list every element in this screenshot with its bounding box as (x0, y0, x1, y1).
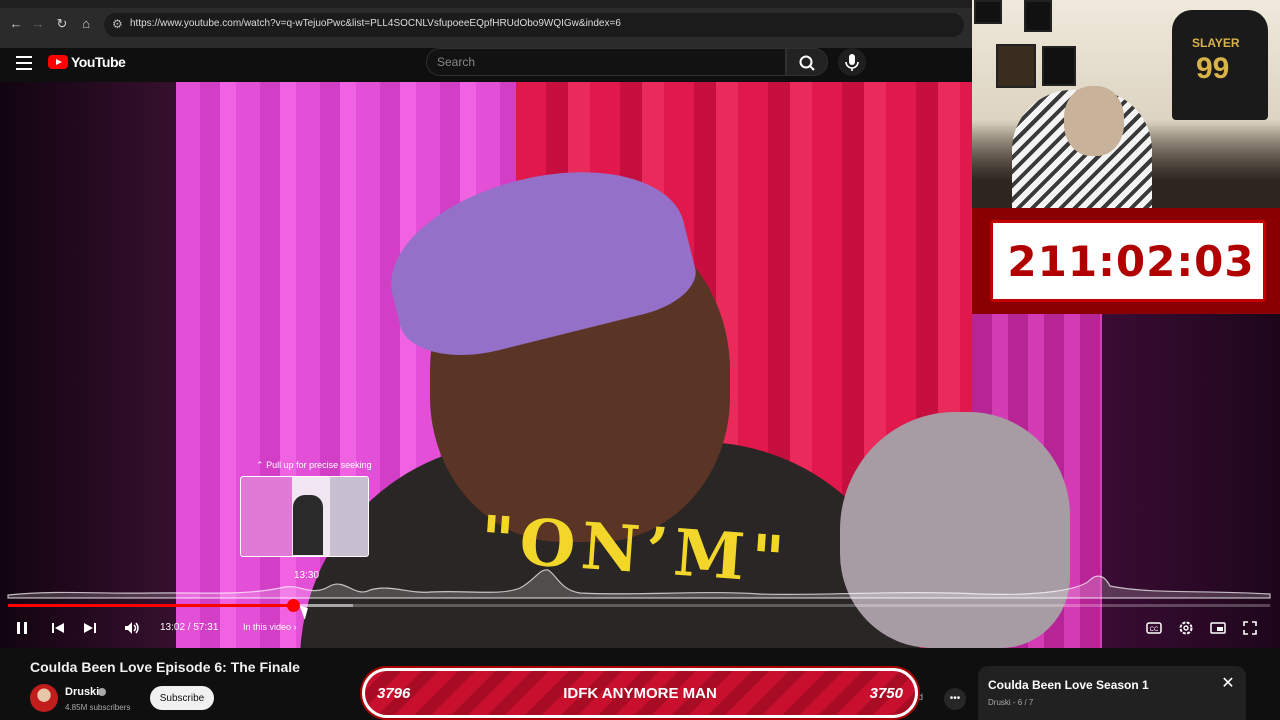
previous-icon[interactable] (48, 618, 68, 638)
seek-hint: ⌃ Pull up for precise seeking (256, 460, 372, 470)
reload-icon[interactable]: ↻ (52, 14, 72, 34)
miniplayer-icon[interactable] (1208, 618, 1228, 638)
subscriber-count: 4.85M subscribers (65, 703, 131, 712)
volume-icon[interactable] (122, 618, 142, 638)
svg-text:CC: CC (1150, 627, 1159, 633)
video-title: Coulda Been Love Episode 6: The Finale (30, 659, 300, 675)
pause-icon[interactable] (12, 618, 32, 638)
download-label-fragment[interactable]: d (918, 692, 923, 702)
fuzzy-microphone (840, 412, 1070, 648)
chevron-right-icon: › (293, 622, 297, 632)
wall-frame (1042, 46, 1076, 86)
wall-frame (1024, 0, 1052, 32)
logo-text: YouTube (71, 54, 126, 70)
youtube-logo[interactable]: YouTube (48, 54, 126, 70)
playlist-panel: Coulda Been Love Season 1 Druski - 6 / 7… (978, 666, 1246, 720)
settings-icon[interactable] (1176, 618, 1196, 638)
menu-icon[interactable] (16, 56, 32, 70)
back-icon[interactable]: ← (6, 14, 26, 34)
youtube-header: YouTube (0, 48, 972, 82)
counter-banner: 3796 IDFK ANYMORE MAN 3750 (362, 668, 918, 718)
subscribe-button[interactable]: Subscribe (150, 686, 214, 710)
captions-icon[interactable]: CC (1144, 618, 1164, 638)
playlist-subtitle: Druski - 6 / 7 (988, 698, 1034, 707)
close-icon[interactable]: ✕ (1220, 676, 1236, 692)
slayer-jersey: SLAYER 99 (1172, 10, 1268, 120)
counter-right-value: 3750 (869, 685, 903, 702)
tab-strip (0, 0, 972, 8)
site-info-icon[interactable]: ⚙ (112, 17, 123, 31)
url-text: https://www.youtube.com/watch?v=q-wTejuo… (130, 18, 621, 29)
playlist-title[interactable]: Coulda Been Love Season 1 (988, 678, 1149, 692)
wall-frame (974, 0, 1002, 24)
search-box (426, 48, 786, 76)
next-icon[interactable] (80, 618, 100, 638)
counter-label: IDFK ANYMORE MAN (563, 685, 717, 702)
forward-icon[interactable]: → (28, 14, 48, 34)
more-icon[interactable]: ••• (944, 688, 966, 710)
avatar[interactable] (30, 684, 58, 712)
timer-panel: 211:02:03 (990, 220, 1266, 302)
wall-frame (996, 44, 1036, 88)
fullscreen-icon[interactable] (1240, 618, 1260, 638)
home-icon[interactable]: ⌂ (76, 14, 96, 34)
address-bar[interactable]: ⚙ https://www.youtube.com/watch?v=q-wTej… (104, 13, 964, 37)
progress-played (8, 604, 294, 607)
subathon-timer: 211:02:03 (972, 208, 1280, 314)
search-input[interactable] (427, 49, 767, 75)
verified-icon (98, 688, 106, 696)
browser-toolbar: ← → ↻ ⌂ ⚙ https://www.youtube.com/watch?… (0, 0, 972, 48)
time-display: 13:02 / 57:31 (160, 622, 219, 633)
chapters-button[interactable]: In this video › (243, 622, 297, 632)
heatmap-graph (7, 569, 1271, 599)
search-button[interactable] (786, 48, 828, 76)
streamer-head (1064, 86, 1124, 156)
youtube-play-icon (48, 55, 68, 69)
channel-name[interactable]: Druski (65, 686, 99, 698)
streamer-webcam: SLAYER 99 (972, 0, 1280, 208)
timer-value: 211:02:03 (1007, 237, 1255, 286)
search-icon (799, 55, 815, 71)
voice-search-button[interactable] (838, 48, 866, 76)
mic-icon (845, 54, 859, 71)
thumbnail-figure (293, 495, 323, 555)
chevron-up-icon: ⌃ (256, 460, 264, 470)
seek-preview-thumbnail (240, 476, 369, 557)
